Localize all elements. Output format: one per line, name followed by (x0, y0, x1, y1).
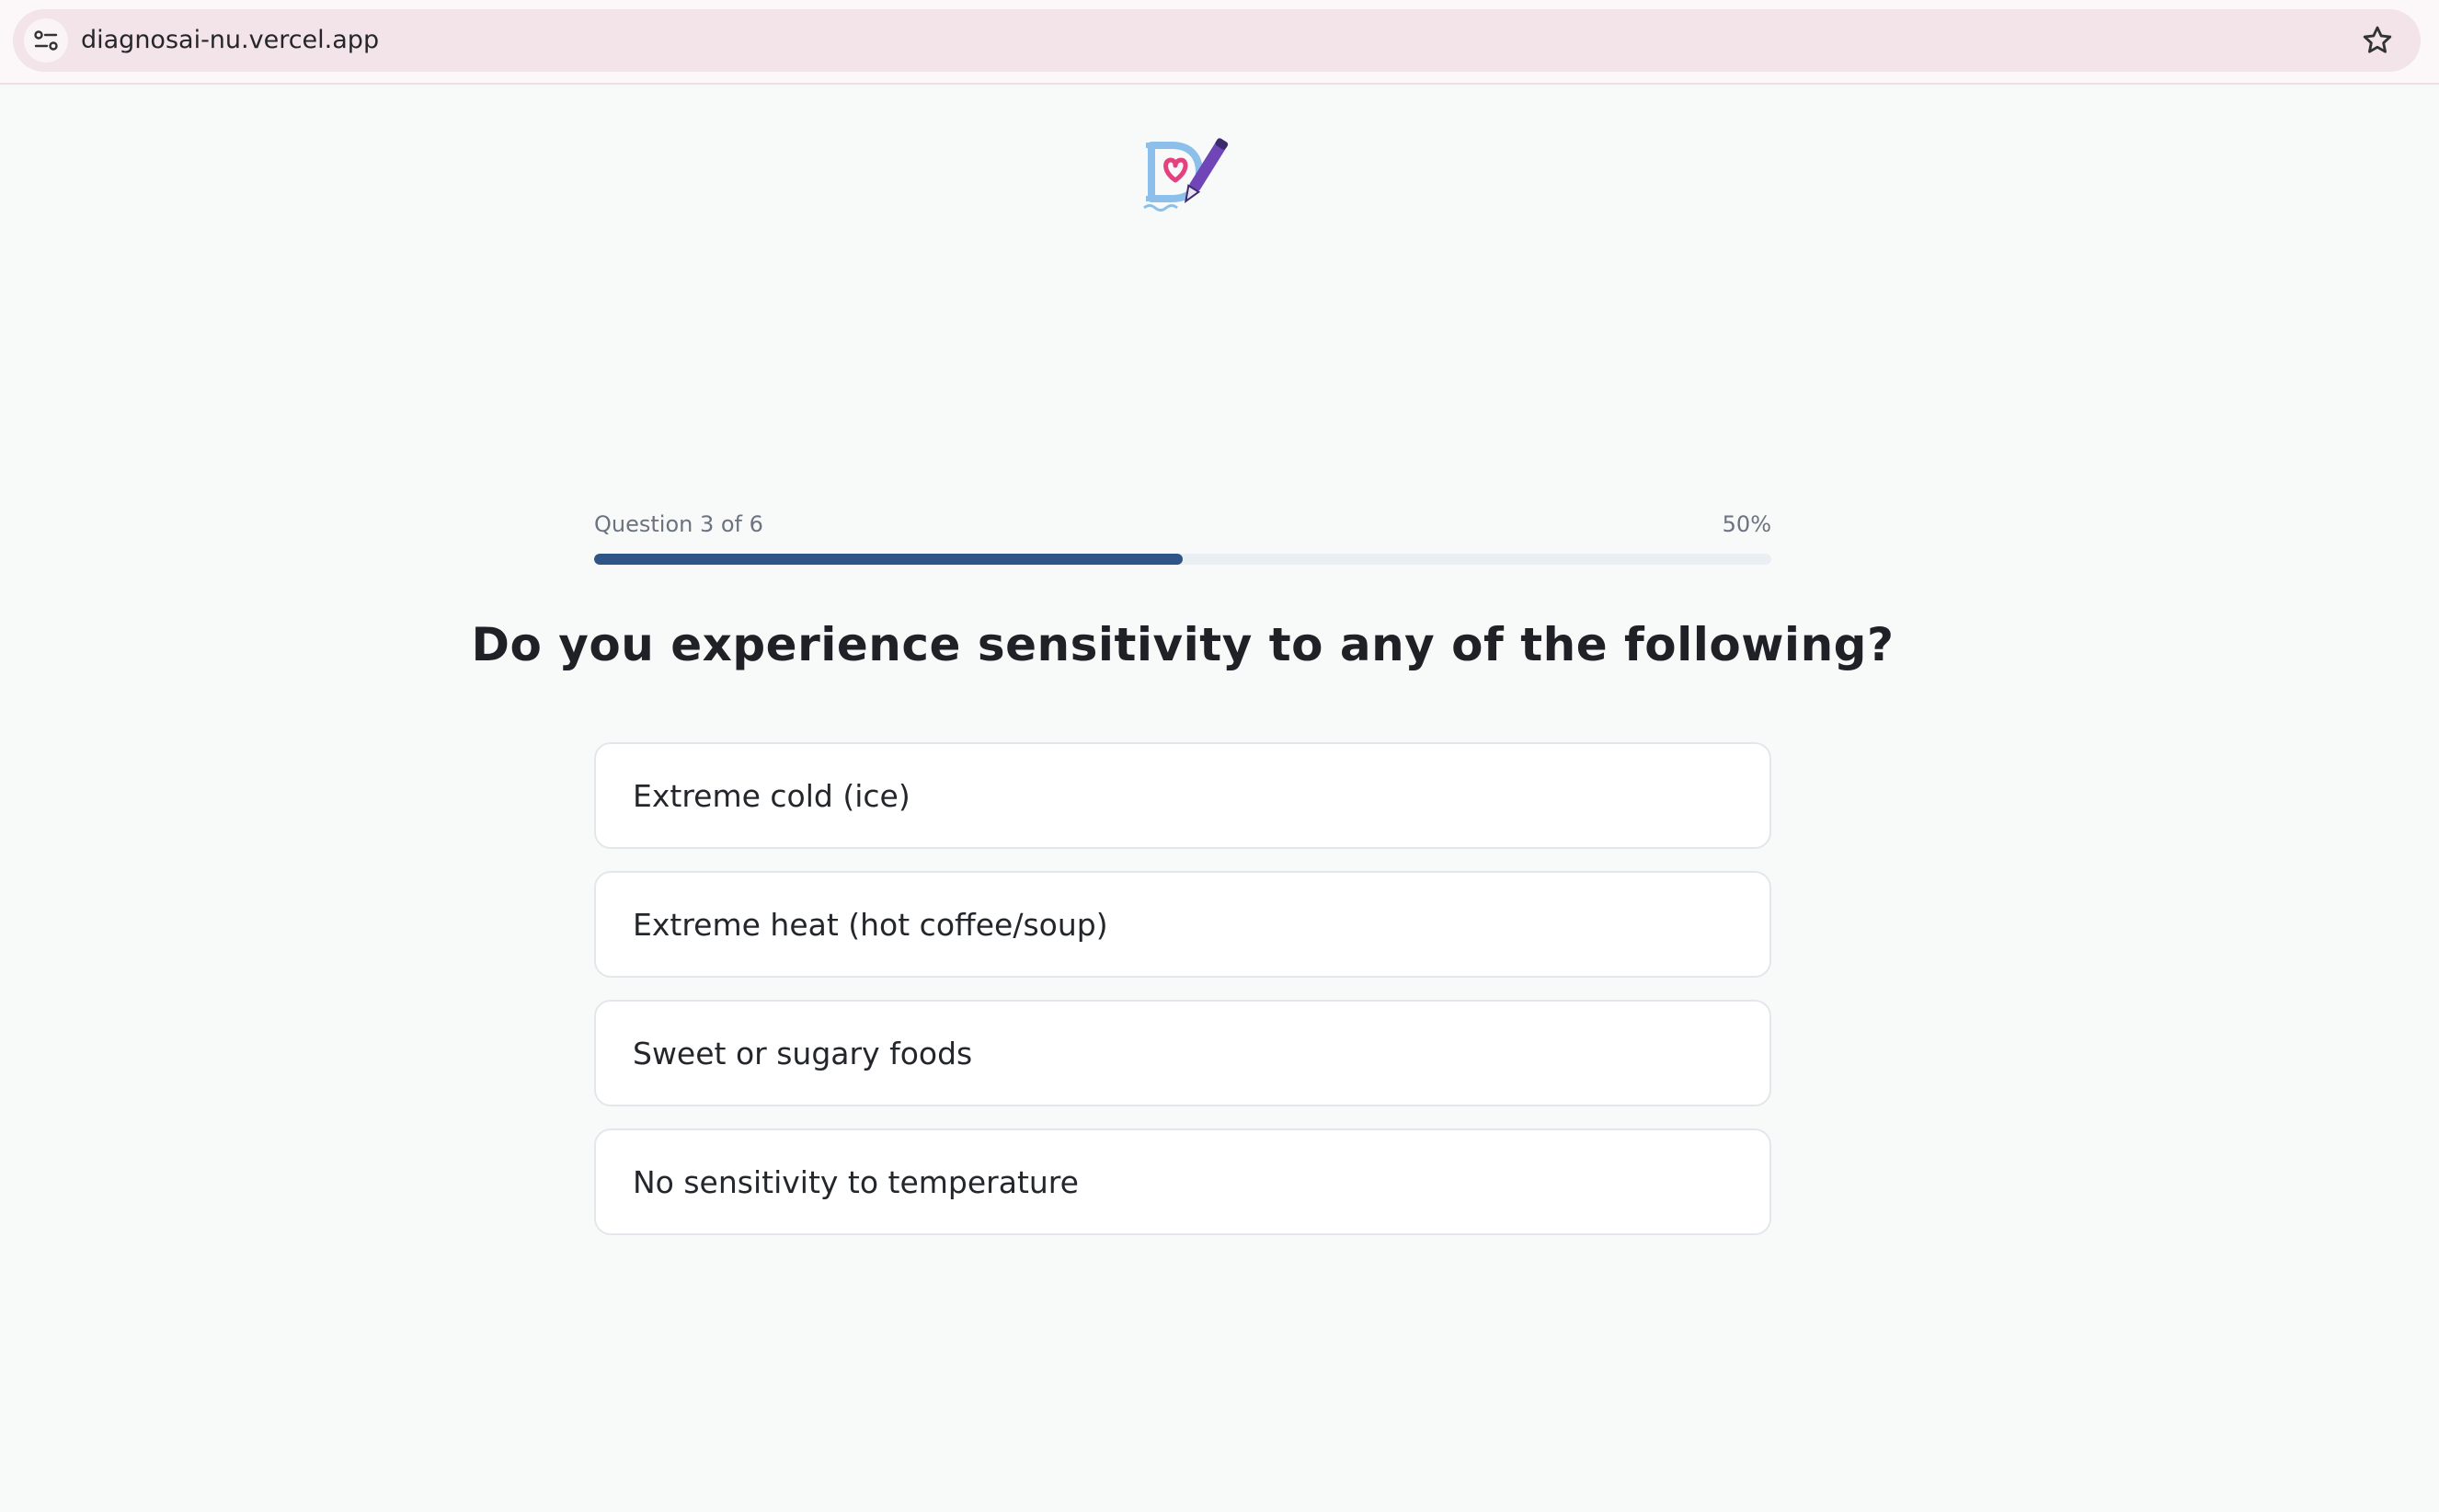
progress-meta: Question 3 of 6 50% (594, 508, 1771, 544)
question-heading: Do you experience sensitivity to any of … (471, 618, 1895, 671)
app-logo (1140, 129, 1229, 217)
progress-percent: 50% (1722, 511, 1771, 537)
url-text[interactable]: diagnosai-nu.vercel.app (81, 9, 379, 72)
question-counter: Question 3 of 6 (594, 511, 763, 537)
option-sweet-foods[interactable]: Sweet or sugary foods (594, 1000, 1771, 1106)
option-extreme-cold[interactable]: Extreme cold (ice) (594, 742, 1771, 849)
answer-options: Extreme cold (ice) Extreme heat (hot cof… (594, 742, 1771, 1257)
site-info-icon[interactable] (24, 18, 68, 63)
browser-toolbar: diagnosai-nu.vercel.app (0, 0, 2439, 85)
progress-bar-fill (594, 554, 1183, 565)
option-no-sensitivity[interactable]: No sensitivity to temperature (594, 1128, 1771, 1235)
option-extreme-heat[interactable]: Extreme heat (hot coffee/soup) (594, 871, 1771, 978)
address-bar[interactable]: diagnosai-nu.vercel.app (13, 9, 2421, 72)
progress-bar-track (594, 554, 1771, 565)
bookmark-star-icon[interactable] (2360, 23, 2395, 58)
quiz-progress: Question 3 of 6 50% (594, 508, 1771, 565)
